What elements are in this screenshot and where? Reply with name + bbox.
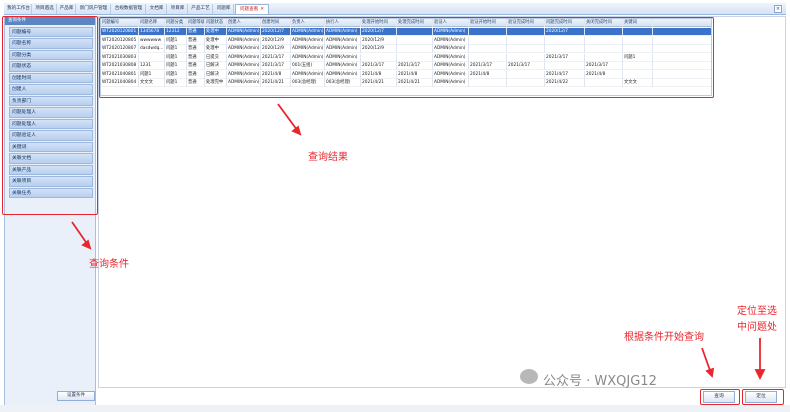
app-window: 我的工作台 项目遴选 产品库 新门风户管理 合规数据管理 文档库 项目库 产品工艺 问题库 问题查… bbox=[0, 0, 790, 412]
results-annotation: 查询结果 bbox=[308, 152, 348, 163]
status-bar bbox=[0, 405, 790, 412]
start-query-annotation: 根据条件开始查询 bbox=[624, 332, 704, 343]
wechat-icon bbox=[520, 369, 538, 384]
locate-annotation-line2: 中问题处 bbox=[737, 322, 777, 333]
conditions-annotation: 查询条件 bbox=[89, 259, 129, 270]
locate-annotation-line1: 定位至选 bbox=[737, 306, 777, 317]
watermark-text: 公众号 · WXQJG12 bbox=[543, 374, 657, 389]
annotation-arrows bbox=[71, 103, 766, 381]
